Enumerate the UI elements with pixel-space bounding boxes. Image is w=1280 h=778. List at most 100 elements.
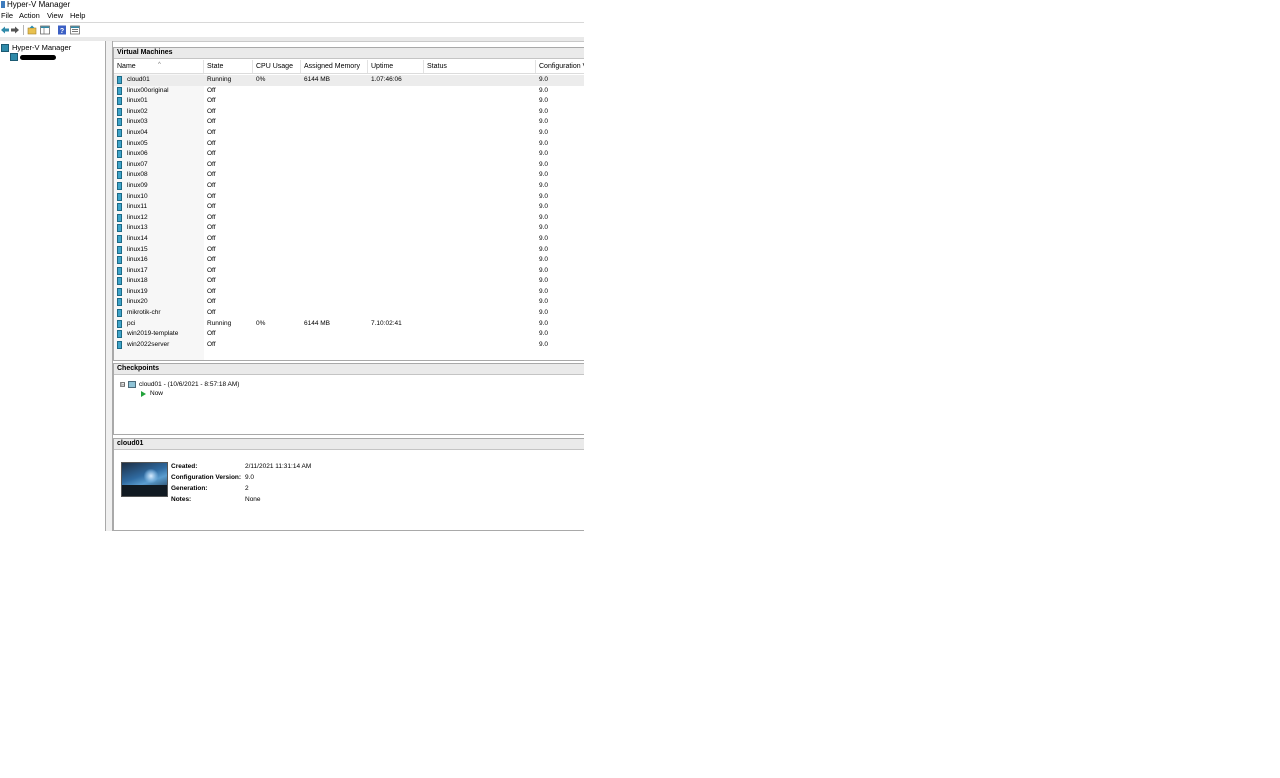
navigation-tree: Hyper-V Manager [0, 41, 106, 531]
vm-cell-state: Off [207, 181, 216, 189]
detail-value: 2/11/2021 11:31:14 AM [245, 463, 312, 470]
server-icon [10, 53, 18, 61]
vm-cell-state: Off [207, 86, 216, 94]
vm-cell-state: Off [207, 277, 216, 285]
menu-file[interactable]: File [1, 10, 13, 22]
vm-cell-name: pci [127, 319, 136, 327]
column-uptime[interactable]: Uptime [368, 60, 424, 73]
vm-cell-config: 9.0 [539, 76, 549, 83]
vm-cell-config: 9.0 [539, 128, 549, 136]
vm-row[interactable]: cloud01 Running 0% 6144 MB 1.07:46:06 9.0 [114, 75, 584, 86]
vm-icon [117, 97, 122, 106]
checkpoint-now[interactable]: Now [141, 389, 163, 398]
collapse-icon[interactable]: ⊟ [120, 382, 125, 388]
vm-cell-name: linux19 [127, 287, 148, 295]
help-icon[interactable]: ? [57, 25, 67, 35]
menu-view[interactable]: View [47, 10, 63, 22]
vm-icon [117, 139, 122, 148]
show-hide-tree-icon[interactable] [40, 25, 50, 35]
vm-cell-name: linux16 [127, 256, 148, 264]
vm-cell-config: 9.0 [539, 298, 549, 306]
vm-cell-name: win2019-template [127, 330, 179, 338]
vm-cell-name: linux00original [127, 86, 169, 94]
vm-cell-config: 9.0 [539, 181, 549, 189]
vm-row[interactable]: linux00original Off 9.0 [114, 86, 584, 97]
vm-row[interactable]: linux04 Off 9.0 [114, 128, 584, 139]
vm-cell-name: linux11 [127, 203, 148, 211]
vm-row[interactable]: linux05 Off 9.0 [114, 139, 584, 150]
vm-cell-config: 9.0 [539, 340, 549, 348]
vm-row[interactable]: win2022server Off 9.0 [114, 340, 584, 351]
vm-cell-state: Off [207, 171, 216, 179]
vm-cell-config: 9.0 [539, 256, 549, 264]
vm-cell-name: linux03 [127, 118, 148, 126]
menu-action[interactable]: Action [19, 10, 40, 22]
vm-row[interactable]: linux06 Off 9.0 [114, 149, 584, 160]
vm-row[interactable]: linux12 Off 9.0 [114, 213, 584, 224]
column-status[interactable]: Status [424, 60, 536, 73]
vm-row[interactable]: linux14 Off 9.0 [114, 234, 584, 245]
column-state[interactable]: State [204, 60, 253, 73]
tree-item-server[interactable] [10, 53, 56, 61]
vm-row[interactable]: linux01 Off 9.0 [114, 96, 584, 107]
menu-help[interactable]: Help [70, 10, 85, 22]
vm-cell-state: Off [207, 224, 216, 232]
vm-row[interactable]: linux03 Off 9.0 [114, 117, 584, 128]
vm-row[interactable]: mikrotik-chr Off 9.0 [114, 308, 584, 319]
vm-cell-state: Off [207, 256, 216, 264]
vm-row[interactable]: linux13 Off 9.0 [114, 223, 584, 234]
column-cpu-usage[interactable]: CPU Usage [253, 60, 301, 73]
properties-icon[interactable] [70, 25, 80, 35]
back-arrow-icon[interactable] [0, 25, 10, 35]
up-folder-icon[interactable] [27, 25, 37, 35]
checkpoints-title: Checkpoints [114, 364, 584, 375]
vm-cell-state: Off [207, 160, 216, 168]
vm-cell-config: 9.0 [539, 245, 549, 253]
hyperv-app-icon [1, 1, 5, 8]
vm-row[interactable]: linux10 Off 9.0 [114, 192, 584, 203]
hyperv-manager-icon [1, 43, 9, 52]
thumbnail-ground [122, 485, 167, 496]
vm-cell-state: Off [207, 340, 216, 348]
vm-row[interactable]: pci Running 0% 6144 MB 7.10:02:41 9.0 [114, 319, 584, 330]
vm-row[interactable]: linux17 Off 9.0 [114, 266, 584, 277]
vm-icon [117, 330, 122, 339]
column-configuration-version[interactable]: Configuration V [536, 60, 584, 73]
checkpoint-label: cloud01 - (10/6/2021 - 8:57:18 AM) [139, 381, 240, 388]
column-assigned-memory[interactable]: Assigned Memory [301, 60, 368, 73]
vm-cell-name: linux14 [127, 234, 148, 242]
tree-item-hyperv-manager[interactable]: Hyper-V Manager [1, 43, 71, 52]
vm-icon [117, 234, 122, 243]
vm-row[interactable]: linux07 Off 9.0 [114, 160, 584, 171]
vm-row[interactable]: linux20 Off 9.0 [114, 297, 584, 308]
vm-cell-config: 9.0 [539, 160, 549, 168]
column-name[interactable]: Name ^ [114, 60, 204, 73]
vm-cell-state: Off [207, 309, 216, 317]
vm-cell-config: 9.0 [539, 171, 549, 179]
virtual-machines-title: Virtual Machines [114, 48, 584, 59]
vm-cell-config: 9.0 [539, 97, 549, 105]
vm-icon [117, 213, 122, 222]
vm-row[interactable]: linux19 Off 9.0 [114, 287, 584, 298]
vm-cell-memory: 6144 MB [304, 76, 331, 83]
vm-row[interactable]: linux08 Off 9.0 [114, 170, 584, 181]
forward-arrow-icon[interactable] [10, 25, 20, 35]
vm-cell-state: Off [207, 330, 216, 338]
vm-cell-config: 9.0 [539, 118, 549, 126]
vm-cell-cpu: 0% [256, 76, 266, 83]
vm-cell-name: linux05 [127, 139, 148, 147]
vm-row[interactable]: linux18 Off 9.0 [114, 276, 584, 287]
vm-icon [117, 319, 122, 328]
vm-row[interactable]: linux09 Off 9.0 [114, 181, 584, 192]
vm-row[interactable]: linux02 Off 9.0 [114, 107, 584, 118]
vm-row[interactable]: linux15 Off 9.0 [114, 245, 584, 256]
checkpoint-cloud01[interactable]: ⊟ cloud01 - (10/6/2021 - 8:57:18 AM) [120, 380, 239, 389]
vm-row[interactable]: win2019-template Off 9.0 [114, 329, 584, 340]
detail-label: Created: [171, 463, 198, 470]
vm-row[interactable]: linux16 Off 9.0 [114, 255, 584, 266]
vm-row[interactable]: linux11 Off 9.0 [114, 202, 584, 213]
vm-screen-thumbnail[interactable] [121, 462, 168, 497]
vm-cell-config: 9.0 [539, 192, 549, 200]
detail-label: Configuration Version: [171, 474, 242, 481]
pane-splitter[interactable] [106, 41, 113, 531]
